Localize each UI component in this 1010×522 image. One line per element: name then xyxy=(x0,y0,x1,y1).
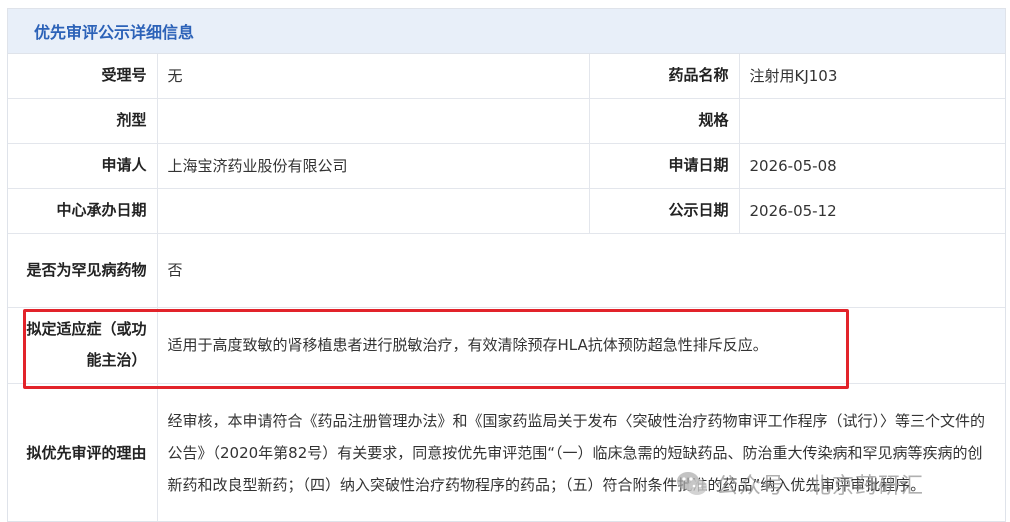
acceptance-no-value: 无 xyxy=(156,54,590,99)
info-table: 受理号 无 药品名称 注射用KJ103 剂型 规格 申请人 上海宝济药业股份有限… xyxy=(8,54,1005,521)
table-row: 是否为罕见病药物 否 xyxy=(8,232,1005,308)
publicity-date-value: 2026-05-12 xyxy=(738,187,1005,234)
acceptance-no-label: 受理号 xyxy=(8,54,158,99)
rare-disease-label: 是否为罕见病药物 xyxy=(8,232,158,308)
rare-disease-value: 否 xyxy=(156,232,1005,308)
dosage-form-label: 剂型 xyxy=(8,97,158,144)
center-date-value xyxy=(156,187,590,234)
applicant-label: 申请人 xyxy=(8,142,158,189)
specification-label: 规格 xyxy=(588,97,740,144)
specification-value xyxy=(738,97,1005,144)
drug-name-label: 药品名称 xyxy=(588,54,740,99)
application-date-value: 2026-05-08 xyxy=(738,142,1005,189)
watermark: 公众号 · 北京药研汇 xyxy=(676,466,924,502)
drug-name-value: 注射用KJ103 xyxy=(738,54,1005,99)
reason-label: 拟优先审评的理由 xyxy=(8,382,158,521)
application-date-label: 申请日期 xyxy=(588,142,740,189)
table-row: 剂型 规格 xyxy=(8,97,1005,144)
panel-title: 优先审评公示详细信息 xyxy=(8,9,1005,54)
table-row: 申请人 上海宝济药业股份有限公司 申请日期 2026-05-08 xyxy=(8,142,1005,189)
indication-highlight-box xyxy=(23,309,849,389)
publicity-date-label: 公示日期 xyxy=(588,187,740,234)
applicant-value: 上海宝济药业股份有限公司 xyxy=(156,142,590,189)
wechat-logo-icon xyxy=(677,472,707,495)
dosage-form-value xyxy=(156,97,590,144)
watermark-text: 公众号 · 北京药研汇 xyxy=(716,474,924,499)
center-date-label: 中心承办日期 xyxy=(8,187,158,234)
table-row: 中心承办日期 公示日期 2026-05-12 xyxy=(8,187,1005,234)
detail-panel: 优先审评公示详细信息 受理号 无 药品名称 注射用KJ103 剂型 规格 申请人… xyxy=(7,8,1006,522)
table-row: 受理号 无 药品名称 注射用KJ103 xyxy=(8,54,1005,99)
